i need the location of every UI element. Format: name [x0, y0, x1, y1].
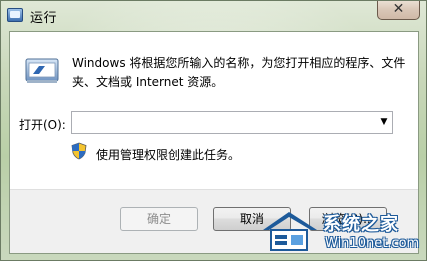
chevron-down-icon[interactable]: ▼	[376, 112, 392, 133]
run-app-icon	[7, 8, 23, 22]
site-watermark: 系统之家 Win10net.com	[259, 204, 425, 258]
uac-shield-icon	[71, 142, 87, 160]
dialog-description: Windows 将根据您所输入的名称，为您打开相应的程序、文件夹、文档或 Int…	[72, 56, 406, 89]
run-program-icon	[25, 58, 59, 83]
title-bar[interactable]: 运行 ✕	[1, 1, 426, 31]
ok-button[interactable]: 确定	[120, 207, 198, 231]
admin-note: 使用管理权限创建此任务。	[96, 148, 241, 162]
close-button[interactable]: ✕	[377, 1, 420, 20]
open-label: 打开(O):	[19, 118, 66, 132]
watermark-name: 系统之家	[323, 214, 399, 235]
watermark-url: Win10net.com	[325, 236, 420, 251]
window-title: 运行	[30, 11, 58, 26]
open-input[interactable]	[71, 111, 393, 134]
run-dialog-window: 运行 ✕ Windows 将根据您所输入的名称，为您打开相应的程序、文件夹、文档…	[0, 0, 427, 261]
house-logo-icon	[263, 212, 317, 251]
